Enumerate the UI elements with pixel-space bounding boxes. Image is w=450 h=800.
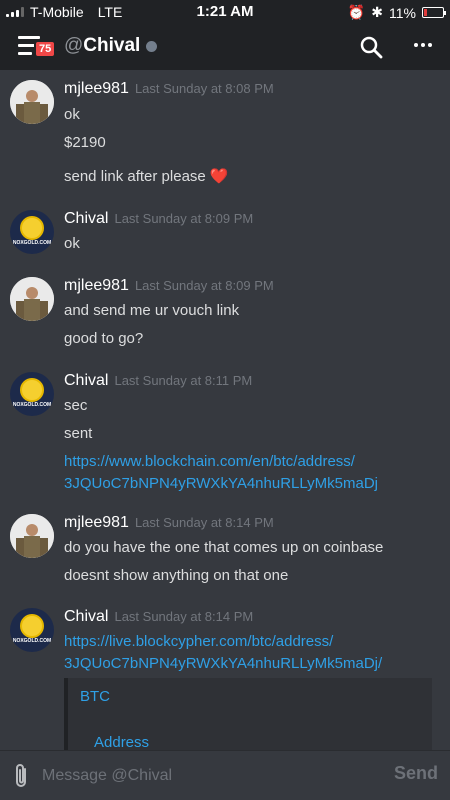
message-link[interactable]: https://live.blockcypher.com/btc/address… — [64, 633, 333, 650]
user-photo-icon — [10, 80, 54, 124]
username[interactable]: Chival — [64, 372, 108, 390]
send-button[interactable]: Send — [394, 763, 438, 784]
avatar-logo-text: NOXGOLD.COM — [12, 240, 52, 246]
username[interactable]: Chival — [64, 210, 108, 228]
channel-title: @ Chival — [64, 35, 158, 57]
status-bar: T-Mobile LTE 1:21 AM ⏰ ✱ 11% — [0, 0, 450, 24]
message-input[interactable] — [42, 763, 372, 789]
timestamp: Last Sunday at 8:14 PM — [114, 609, 254, 624]
avatar[interactable]: NOXGOLD.COM — [10, 372, 54, 416]
coin-icon — [20, 378, 44, 402]
message-text: sent — [64, 425, 93, 442]
message-composer: Send — [0, 750, 450, 800]
message-text: send link after please ❤️ — [64, 168, 229, 185]
username[interactable]: mjlee981 — [64, 80, 129, 98]
message-text: and send me ur vouch link — [64, 302, 240, 319]
coin-icon — [20, 614, 44, 638]
message-link[interactable]: 3JQUoC7bNPN4yRWXkYA4nhuRLLyMk5maDj — [64, 475, 378, 492]
timestamp: Last Sunday at 8:09 PM — [134, 278, 274, 293]
search-icon — [360, 36, 383, 59]
alarm-icon: ⏰ — [347, 4, 366, 20]
notification-badge: 75 — [34, 40, 57, 58]
coin-icon — [20, 216, 44, 240]
embed-field[interactable]: Address — [94, 734, 149, 750]
message-list[interactable]: mjlee981 Last Sunday at 8:08 PM ok $2190… — [0, 70, 450, 750]
status-indicator — [146, 40, 158, 52]
user-photo-icon — [10, 277, 54, 321]
paperclip-icon — [16, 764, 26, 787]
avatar[interactable]: NOXGOLD.COM — [10, 210, 54, 254]
message-link[interactable]: 3JQUoC7bNPN4yRWXkYA4nhuRLLyMk5maDj/ — [64, 655, 382, 672]
avatar[interactable] — [10, 514, 54, 558]
message-text: sec — [64, 397, 88, 414]
timestamp: Last Sunday at 8:11 PM — [114, 373, 253, 388]
message-text: doesnt show anything on that one — [64, 567, 289, 584]
embed-title[interactable]: BTC — [80, 688, 110, 705]
attach-button[interactable] — [12, 763, 32, 789]
username[interactable]: Chival — [64, 608, 108, 626]
channel-header: 75 @ Chival — [0, 24, 450, 70]
message-text: good to go? — [64, 330, 144, 347]
link-embed: BTC Address — [64, 678, 432, 750]
message-text: ok — [64, 235, 80, 252]
message-text: ok — [64, 106, 80, 123]
message-text: do you have the one that comes up on coi… — [64, 539, 384, 556]
bluetooth-icon: ✱ — [371, 4, 384, 20]
more-icon-dot — [421, 43, 425, 47]
username[interactable]: mjlee981 — [64, 514, 129, 532]
username[interactable]: mjlee981 — [64, 277, 129, 295]
battery-percent: 11% — [389, 4, 416, 21]
more-icon-dot — [428, 43, 432, 47]
timestamp: Last Sunday at 8:14 PM — [134, 515, 274, 530]
avatar[interactable] — [10, 80, 54, 124]
timestamp: Last Sunday at 8:08 PM — [134, 81, 274, 96]
battery-icon — [422, 7, 446, 18]
avatar[interactable]: NOXGOLD.COM — [10, 608, 54, 652]
user-photo-icon — [10, 514, 54, 558]
timestamp: Last Sunday at 8:09 PM — [114, 211, 254, 226]
message-link[interactable]: https://www.blockchain.com/en/btc/addres… — [64, 453, 355, 470]
more-icon-dot — [414, 43, 418, 47]
search-button[interactable] — [358, 34, 384, 60]
avatar-logo-text: NOXGOLD.COM — [12, 402, 52, 408]
more-options-button[interactable] — [414, 43, 432, 47]
avatar-logo-text: NOXGOLD.COM — [12, 638, 52, 644]
message-text: $2190 — [64, 134, 106, 151]
avatar[interactable] — [10, 277, 54, 321]
at-symbol: @ — [64, 35, 84, 56]
channel-name: Chival — [83, 35, 141, 56]
